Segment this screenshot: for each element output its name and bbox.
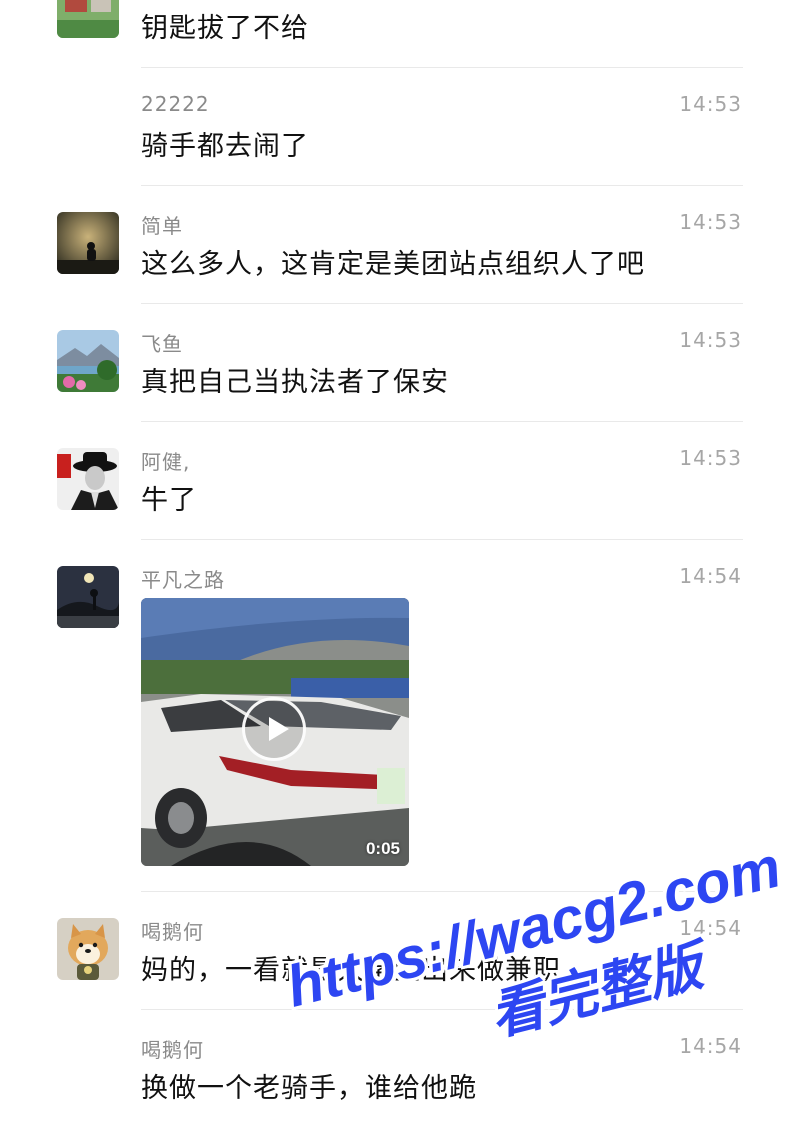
- avatar[interactable]: [57, 448, 119, 510]
- divider: [141, 1009, 743, 1010]
- video-message-thumbnail[interactable]: 0:05: [141, 598, 409, 866]
- message-text: 换做一个老骑手，谁给他跪: [141, 1073, 477, 1104]
- message-text: 这么多人，这肯定是美团站点组织人了吧: [141, 249, 645, 280]
- divider: [141, 539, 743, 540]
- avatar[interactable]: [57, 566, 119, 628]
- avatar[interactable]: [57, 0, 119, 38]
- message-time: 14:53: [679, 446, 742, 470]
- message-time: 14:54: [679, 1034, 742, 1058]
- message-time: 14:54: [679, 916, 742, 940]
- play-icon[interactable]: [242, 697, 306, 761]
- message-time: 14:53: [679, 210, 742, 234]
- divider: [141, 421, 743, 422]
- divider: [141, 891, 743, 892]
- message-text: 牛了: [141, 485, 197, 516]
- message-time: 14:53: [679, 92, 742, 116]
- divider: [141, 303, 743, 304]
- sender-name[interactable]: 喝鹅何: [141, 916, 204, 945]
- message-text: 钥匙拔了不给: [141, 13, 309, 44]
- sender-name[interactable]: 飞鱼: [141, 328, 183, 357]
- sender-name[interactable]: 平凡之路: [141, 564, 225, 593]
- avatar[interactable]: [57, 212, 119, 274]
- video-duration: 0:05: [365, 839, 400, 858]
- message-text: 真把自己当执法者了保安: [141, 367, 449, 398]
- sender-name[interactable]: 阿健,: [141, 446, 190, 475]
- message-time: 14:53: [679, 328, 742, 352]
- divider: [141, 185, 743, 186]
- divider: [141, 67, 743, 68]
- sender-name[interactable]: 简单: [141, 210, 183, 239]
- avatar[interactable]: [57, 918, 119, 980]
- avatar[interactable]: [57, 330, 119, 392]
- sender-name[interactable]: 22222: [141, 92, 210, 116]
- message-time: 14:54: [679, 564, 742, 588]
- message-text: 妈的，一看就是大学生出来做兼职: [141, 955, 561, 986]
- sender-name[interactable]: 喝鹅何: [141, 1034, 204, 1063]
- message-text: 骑手都去闹了: [141, 131, 309, 162]
